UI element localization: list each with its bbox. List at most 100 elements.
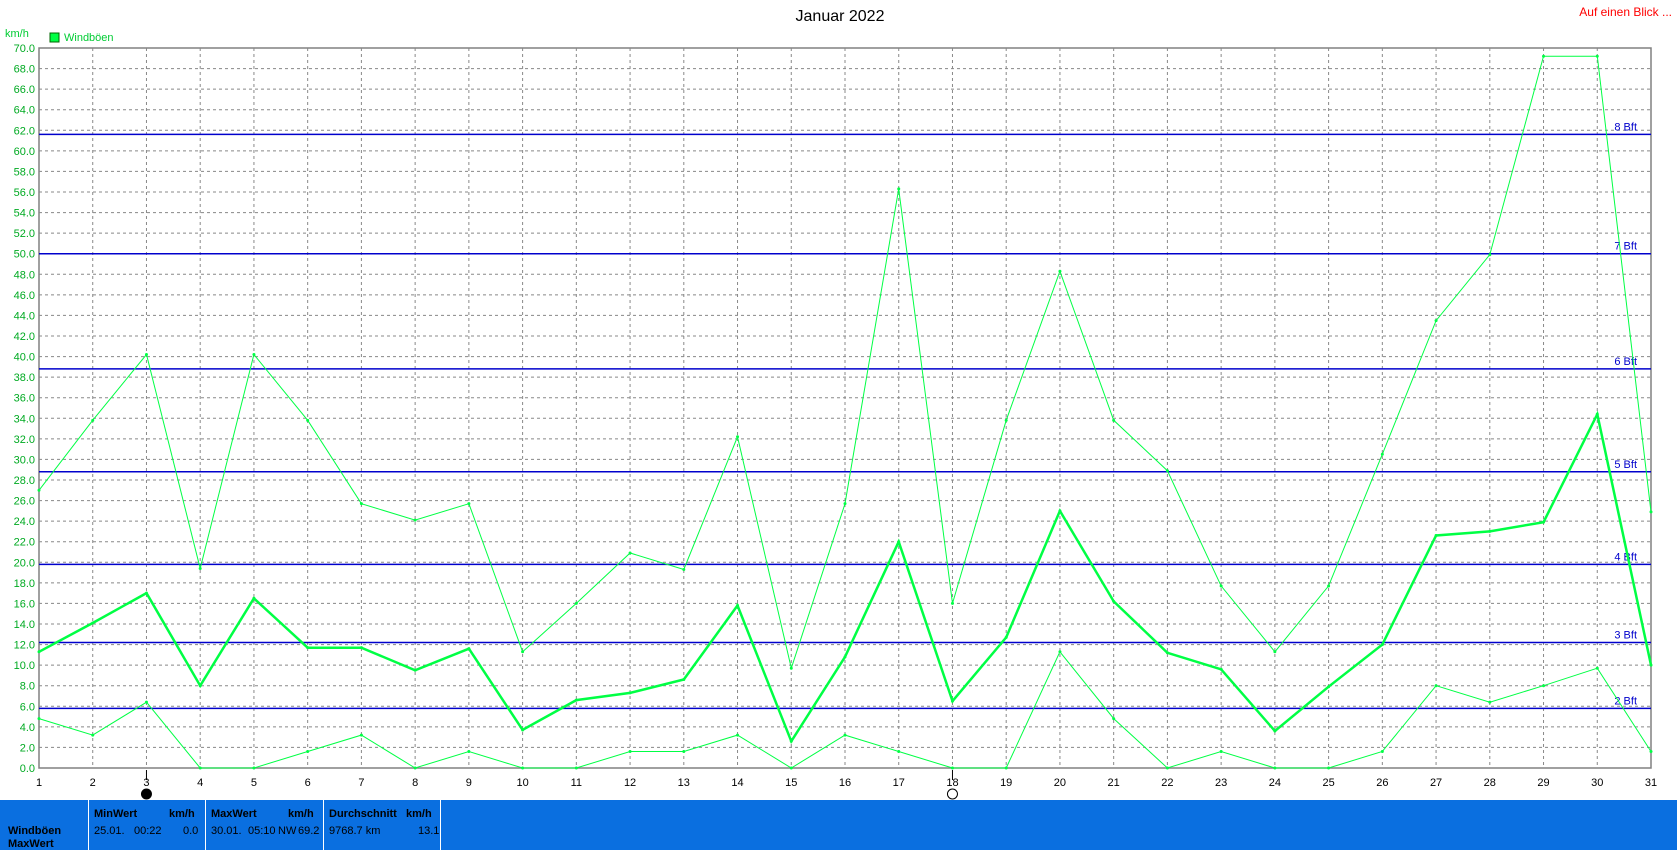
x-tick-label: 25 xyxy=(1322,777,1334,789)
legend-label: Windböen xyxy=(64,32,114,44)
x-tick-label: 16 xyxy=(839,777,851,789)
y-tick-label: 8.0 xyxy=(20,681,35,693)
x-tick-label: 27 xyxy=(1430,777,1442,789)
data-point-average xyxy=(1327,685,1331,689)
y-tick-label: 66.0 xyxy=(14,84,35,96)
y-tick-label: 24.0 xyxy=(14,516,35,528)
x-tick-label: 6 xyxy=(305,777,311,789)
y-tick-label: 46.0 xyxy=(14,290,35,302)
data-point-min xyxy=(359,733,363,737)
data-point-average xyxy=(574,698,578,702)
y-tick-label: 60.0 xyxy=(14,146,35,158)
y-tick-label: 70.0 xyxy=(14,43,35,55)
x-tick-label: 2 xyxy=(90,777,96,789)
x-tick-label: 31 xyxy=(1645,777,1657,789)
x-tick-label: 14 xyxy=(731,777,743,789)
data-point-average xyxy=(1058,509,1062,513)
x-tick-label: 24 xyxy=(1269,777,1281,789)
bft-label: 2 Bft xyxy=(1614,695,1637,707)
y-tick-label: 68.0 xyxy=(14,64,35,76)
data-point-max xyxy=(1327,584,1331,588)
y-tick-label: 34.0 xyxy=(14,413,35,425)
full-moon-icon xyxy=(946,788,958,800)
data-point-average xyxy=(1004,635,1008,639)
data-point-max xyxy=(198,566,202,570)
data-point-max xyxy=(897,187,901,191)
avg-unit: km/h xyxy=(406,808,432,820)
data-point-min xyxy=(1273,766,1277,770)
data-point-max xyxy=(1595,54,1599,58)
y-tick-label: 16.0 xyxy=(14,598,35,610)
data-point-average xyxy=(198,684,202,688)
data-point-min xyxy=(1434,684,1438,688)
data-point-min xyxy=(1058,650,1062,654)
y-tick-label: 42.0 xyxy=(14,331,35,343)
bft-label: 3 Bft xyxy=(1614,630,1637,642)
x-tick-label: 20 xyxy=(1054,777,1066,789)
y-tick-label: 44.0 xyxy=(14,310,35,322)
x-tick-label: 17 xyxy=(893,777,905,789)
y-tick-label: 28.0 xyxy=(14,475,35,487)
average-box: Durchschnitt km/h 9768.7 km 13.1 xyxy=(324,800,441,850)
data-point-min xyxy=(1004,766,1008,770)
y-tick-label: 40.0 xyxy=(14,352,35,364)
data-point-max xyxy=(1273,650,1277,654)
bft-label: 8 Bft xyxy=(1614,121,1637,133)
data-point-min xyxy=(1165,766,1169,770)
y-tick-label: 12.0 xyxy=(14,640,35,652)
data-point-min xyxy=(1219,750,1223,754)
data-point-min xyxy=(1380,750,1384,754)
data-point-average xyxy=(144,591,148,595)
y-tick-label: 50.0 xyxy=(14,249,35,261)
x-tick-label: 10 xyxy=(516,777,528,789)
data-point-min xyxy=(1488,700,1492,704)
x-tick-label: 22 xyxy=(1161,777,1173,789)
min-head: MinWert xyxy=(94,808,138,820)
data-point-max xyxy=(359,502,363,506)
min-unit: km/h xyxy=(169,808,195,820)
y-tick-label: 36.0 xyxy=(14,393,35,405)
x-tick-label: 11 xyxy=(571,777,582,789)
y-tick-label: 48.0 xyxy=(14,269,35,281)
data-point-max xyxy=(736,435,740,439)
data-point-max xyxy=(950,601,954,605)
x-tick-label: 8 xyxy=(412,777,418,789)
data-point-min xyxy=(1112,717,1116,721)
y-tick-label: 62.0 xyxy=(14,125,35,137)
x-tick-label: 28 xyxy=(1484,777,1496,789)
chart: Januar 2022 Auf einen Blick ... km/h Win… xyxy=(5,5,1672,800)
data-point-average xyxy=(682,678,686,682)
data-point-max xyxy=(1542,54,1546,58)
row-label-series: Windböen xyxy=(8,825,62,837)
data-point-min xyxy=(91,733,95,737)
data-point-min xyxy=(682,750,686,754)
data-point-min xyxy=(789,766,793,770)
y-tick-label: 14.0 xyxy=(14,619,35,631)
max-date: 30.01. xyxy=(211,825,242,837)
data-point-min xyxy=(37,717,41,721)
x-tick-label: 29 xyxy=(1537,777,1549,789)
data-point-average xyxy=(91,621,95,625)
data-point-max xyxy=(628,551,632,555)
y-tick-label: 4.0 xyxy=(20,722,35,734)
data-point-max xyxy=(574,601,578,605)
data-point-average xyxy=(1542,520,1546,524)
data-point-average xyxy=(1434,534,1438,538)
overview-link[interactable]: Auf einen Blick ... xyxy=(1579,5,1672,19)
data-point-average xyxy=(1165,651,1169,655)
y-tick-label: 2.0 xyxy=(20,742,35,754)
data-point-average xyxy=(789,739,793,743)
data-point-average xyxy=(1219,667,1223,671)
x-tick-label: 21 xyxy=(1108,777,1120,789)
y-tick-label: 20.0 xyxy=(14,557,35,569)
stats-row-labels: Windböen MaxWert xyxy=(0,800,89,850)
data-point-average xyxy=(37,650,41,654)
data-point-average xyxy=(306,646,310,650)
data-point-min xyxy=(413,766,417,770)
x-tick-label: 5 xyxy=(251,777,257,789)
data-point-max xyxy=(413,518,417,522)
data-point-average xyxy=(736,603,740,607)
data-point-min xyxy=(950,766,954,770)
data-point-min xyxy=(628,750,632,754)
data-point-max xyxy=(1649,510,1653,514)
